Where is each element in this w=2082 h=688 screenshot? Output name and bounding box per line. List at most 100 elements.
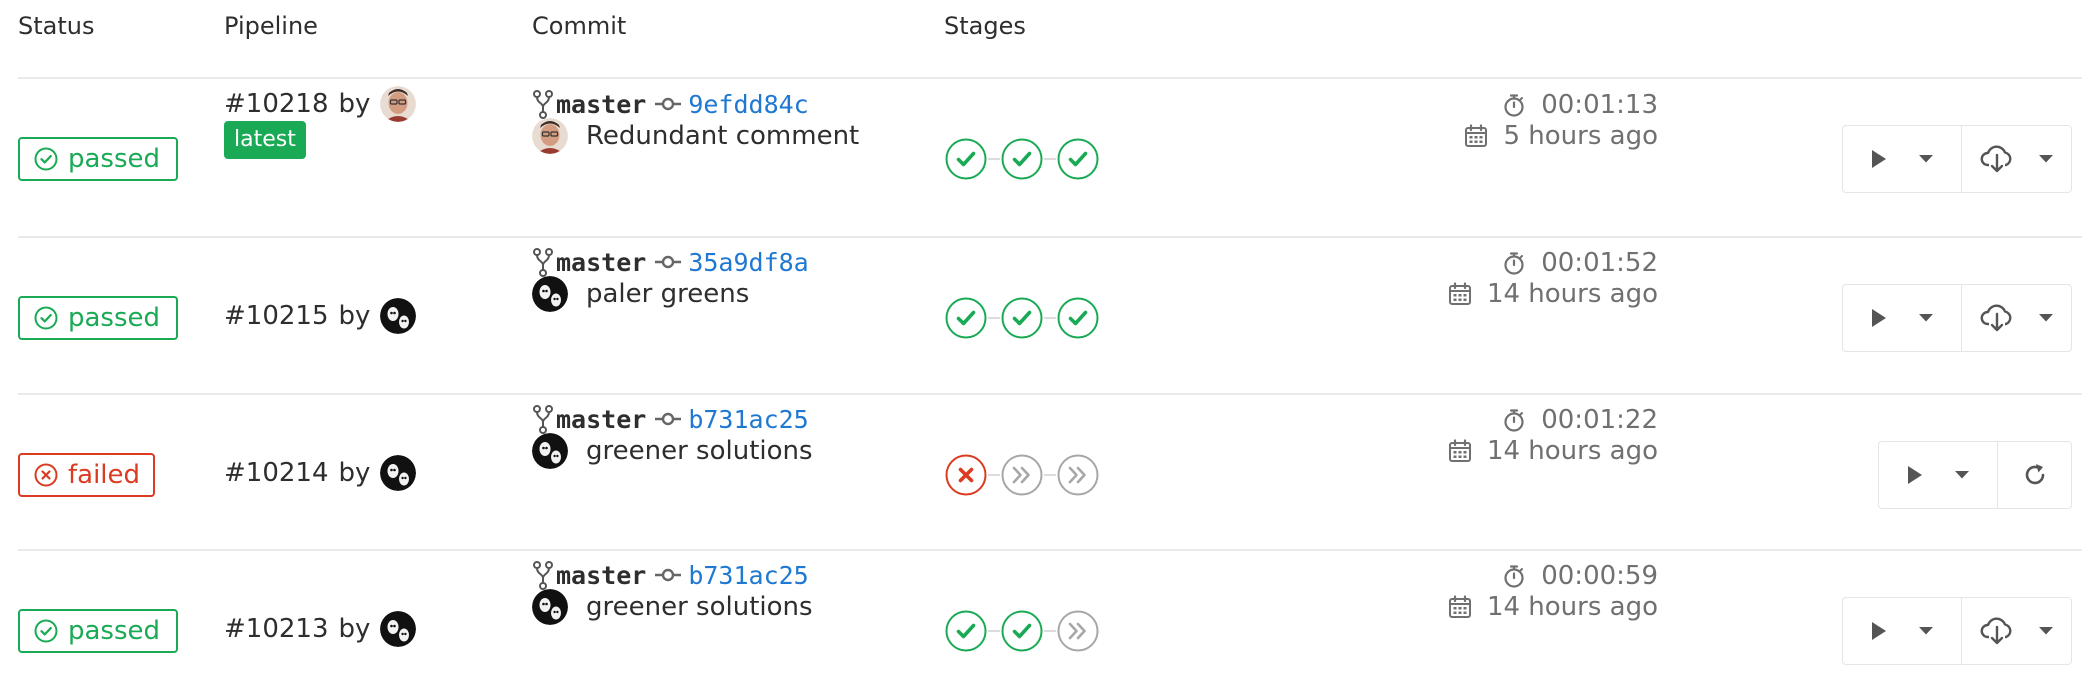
play-icon [1906, 464, 1924, 486]
stage-connector [1044, 158, 1056, 160]
branch-fork-icon [532, 560, 554, 590]
pipeline-by-label: by [338, 614, 371, 644]
column-header-status: Status [18, 12, 95, 40]
pipeline-id-link[interactable]: #10213 [224, 614, 329, 644]
pipeline-stages [944, 296, 1100, 340]
stage-success-icon[interactable] [944, 137, 988, 181]
stage-success-icon[interactable] [944, 296, 988, 340]
chevron-down-icon [1954, 470, 1970, 480]
pipeline-id-cell: #10214 by [224, 455, 417, 491]
stage-success-icon[interactable] [1056, 137, 1100, 181]
duration-value: 00:01:22 [1541, 405, 1658, 435]
commit-sha-link[interactable]: b731ac25 [688, 561, 808, 590]
author-avatar[interactable] [380, 455, 417, 491]
branch-name-link[interactable]: master [556, 405, 646, 434]
commit-message-row: greener solutions [532, 433, 813, 469]
commit-title-link[interactable]: paler greens [586, 279, 749, 309]
pipeline-stages [944, 137, 1100, 181]
duration-value: 00:01:13 [1541, 90, 1658, 120]
cloud-download-icon [1980, 616, 2014, 646]
commit-author-avatar[interactable] [532, 589, 568, 625]
stage-connector [1044, 474, 1056, 476]
commit-ref: master 9efdd84c [532, 89, 809, 119]
commit-title-link[interactable]: greener solutions [586, 592, 813, 622]
play-icon [1870, 148, 1888, 170]
commit-sha-link[interactable]: 9efdd84c [688, 90, 808, 119]
stage-connector [988, 474, 1000, 476]
finished-time: 5 hours ago [1503, 121, 1658, 151]
pipeline-row: passed #10218 by latest master 9efdd84c Redund… [0, 78, 2082, 236]
pipeline-by-label: by [338, 458, 371, 488]
manual-actions-dropdown-button[interactable] [1843, 285, 1961, 351]
pipeline-id-link[interactable]: #10214 [224, 458, 329, 488]
commit-title-link[interactable]: greener solutions [586, 436, 813, 466]
stage-success-icon[interactable] [1000, 296, 1044, 340]
commit-title-link[interactable]: Redundant comment [586, 121, 859, 151]
stage-success-icon[interactable] [1056, 296, 1100, 340]
status-badge-label: passed [68, 303, 161, 333]
artifacts-dropdown-button[interactable] [1961, 285, 2071, 351]
stage-failed-icon[interactable] [944, 453, 988, 497]
status-badge-passed[interactable]: passed [18, 296, 178, 340]
chevron-down-icon [1918, 626, 1934, 636]
manual-actions-dropdown-button[interactable] [1879, 442, 1997, 508]
commit-author-avatar[interactable] [532, 433, 568, 469]
chevron-down-icon [2038, 626, 2054, 636]
author-avatar[interactable] [380, 611, 417, 647]
status-badge-failed[interactable]: failed [18, 453, 155, 497]
latest-badge: latest [224, 121, 306, 159]
stage-skipped-icon[interactable] [1000, 453, 1044, 497]
pipeline-duration: 00:00:59 [1501, 561, 1658, 591]
commit-sha-link[interactable]: b731ac25 [688, 405, 808, 434]
stage-success-icon[interactable] [1000, 137, 1044, 181]
finished-time: 14 hours ago [1486, 436, 1658, 466]
stopwatch-icon [1501, 92, 1527, 118]
pipeline-id-link[interactable]: #10218 [224, 89, 329, 119]
retry-button[interactable] [1997, 442, 2071, 508]
stage-connector [1044, 630, 1056, 632]
commit-sha-link[interactable]: 35a9df8a [688, 248, 808, 277]
pipeline-stages [944, 609, 1100, 653]
branch-name-link[interactable]: master [556, 90, 646, 119]
status-badge-passed[interactable]: passed [18, 137, 178, 181]
chevron-down-icon [2038, 313, 2054, 323]
status-badge-passed[interactable]: passed [18, 609, 178, 653]
pipeline-finished-at: 14 hours ago [1447, 592, 1658, 622]
commit-message-row: greener solutions [532, 589, 813, 625]
finished-time: 14 hours ago [1486, 592, 1658, 622]
calendar-icon [1447, 594, 1473, 620]
pipeline-finished-at: 14 hours ago [1447, 436, 1658, 466]
manual-actions-dropdown-button[interactable] [1843, 126, 1961, 192]
check-circle-icon [33, 146, 59, 172]
branch-name-link[interactable]: master [556, 248, 646, 277]
branch-name-link[interactable]: master [556, 561, 646, 590]
play-icon [1870, 307, 1888, 329]
commit-author-avatar[interactable] [532, 118, 568, 154]
author-avatar[interactable] [380, 298, 417, 334]
stage-success-icon[interactable] [944, 609, 988, 653]
calendar-icon [1447, 438, 1473, 464]
commit-author-avatar[interactable] [532, 276, 568, 312]
manual-actions-dropdown-button[interactable] [1843, 598, 1961, 664]
artifacts-dropdown-button[interactable] [1961, 126, 2071, 192]
commit-ref: master b731ac25 [532, 404, 809, 434]
stage-success-icon[interactable] [1000, 609, 1044, 653]
duration-value: 00:01:52 [1541, 248, 1658, 278]
pipeline-row: failed #10214 by master b731ac25 greener solu… [0, 393, 2082, 549]
retry-icon [2021, 461, 2049, 489]
commit-icon [654, 94, 682, 114]
artifacts-dropdown-button[interactable] [1961, 598, 2071, 664]
commit-message-row: Redundant comment [532, 118, 859, 154]
cloud-download-icon [1980, 303, 2014, 333]
pipeline-row: passed #10213 by master b731ac25 greener solu… [0, 549, 2082, 688]
author-avatar[interactable] [380, 86, 417, 122]
pipeline-id-cell: #10215 by [224, 298, 417, 334]
branch-fork-icon [532, 404, 554, 434]
calendar-icon [1447, 281, 1473, 307]
stage-skipped-icon[interactable] [1056, 453, 1100, 497]
pipeline-duration: 00:01:13 [1501, 90, 1658, 120]
stage-connector [1044, 317, 1056, 319]
chevron-down-icon [1918, 313, 1934, 323]
pipeline-id-link[interactable]: #10215 [224, 301, 329, 331]
stage-skipped-icon[interactable] [1056, 609, 1100, 653]
